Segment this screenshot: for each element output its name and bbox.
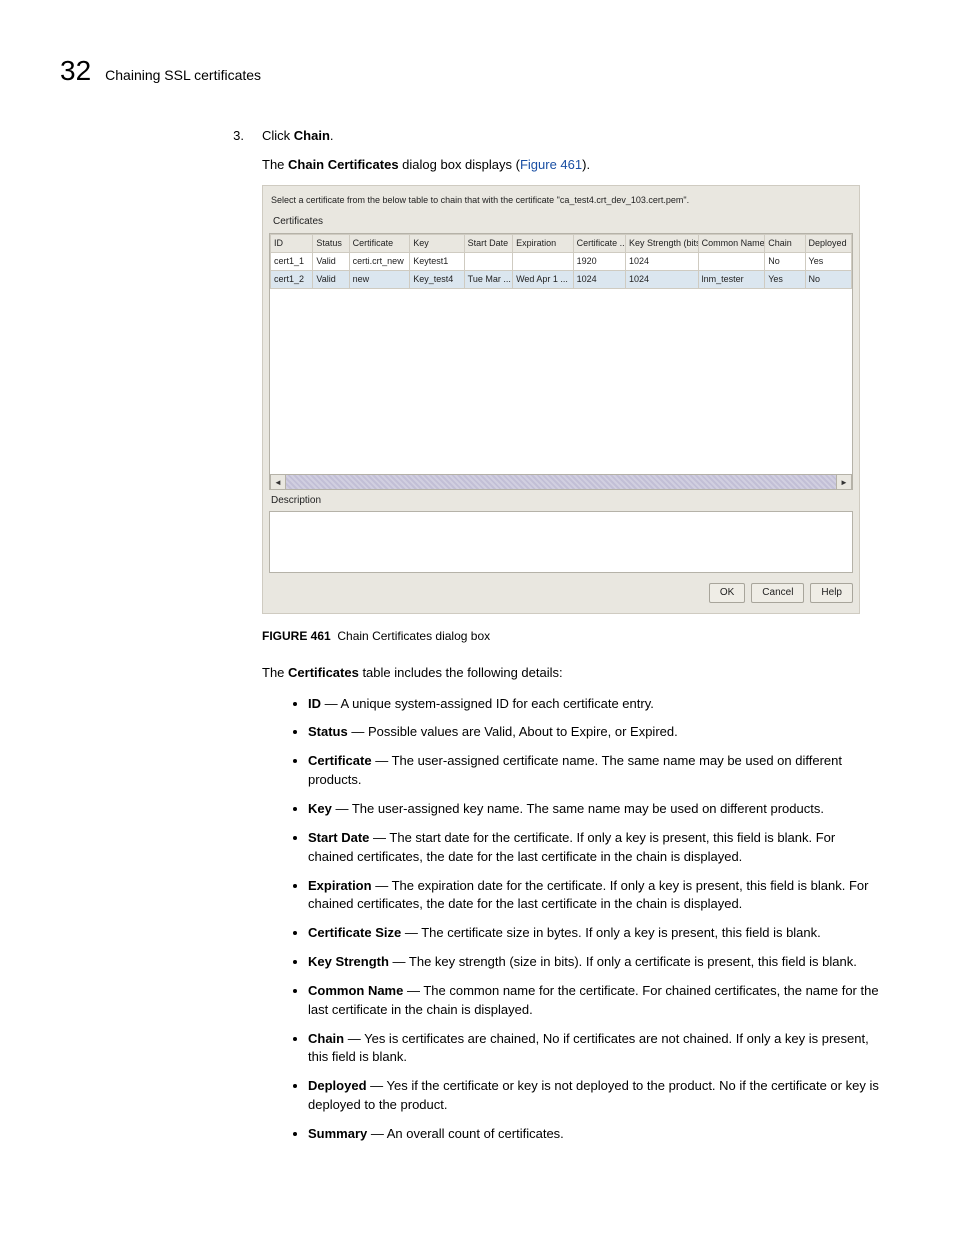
chapter-number: 32 bbox=[60, 55, 91, 87]
step-line-1: Click Chain. bbox=[262, 127, 884, 146]
arrow-left-icon: ◄ bbox=[274, 477, 282, 489]
description-label: Description bbox=[269, 490, 853, 511]
list-item: Summary — An overall count of certificat… bbox=[308, 1125, 884, 1144]
chain-certificates-dialog: Select a certificate from the below tabl… bbox=[262, 185, 860, 615]
scroll-right-button[interactable]: ► bbox=[836, 475, 852, 489]
figure-title: Chain Certificates dialog box bbox=[337, 629, 490, 643]
description-textarea[interactable] bbox=[269, 511, 853, 573]
running-header: 32 Chaining SSL certificates bbox=[60, 55, 894, 87]
help-button[interactable]: Help bbox=[810, 583, 853, 604]
table-empty-area bbox=[270, 289, 852, 474]
certificates-table[interactable]: ID Status Certificate Key Start Date Exp… bbox=[270, 234, 852, 289]
col-common-name[interactable]: Common Name bbox=[698, 235, 765, 253]
col-chain[interactable]: Chain bbox=[765, 235, 805, 253]
list-item: Status — Possible values are Valid, Abou… bbox=[308, 723, 884, 742]
scroll-left-button[interactable]: ◄ bbox=[270, 475, 286, 489]
certificates-grid: ID Status Certificate Key Start Date Exp… bbox=[269, 233, 853, 475]
figure-caption: FIGURE 461 Chain Certificates dialog box bbox=[262, 628, 884, 645]
figure-label: FIGURE 461 bbox=[262, 629, 331, 643]
table-row[interactable]: cert1_1 Valid certi.crt_new Keytest1 192… bbox=[271, 253, 852, 271]
list-item: Deployed — Yes if the certificate or key… bbox=[308, 1077, 884, 1115]
col-cert-size[interactable]: Certificate ... bbox=[573, 235, 625, 253]
ok-button[interactable]: OK bbox=[709, 583, 745, 604]
list-item: ID — A unique system-assigned ID for eac… bbox=[308, 695, 884, 714]
list-item: Key — The user-assigned key name. The sa… bbox=[308, 800, 884, 819]
col-start-date[interactable]: Start Date bbox=[464, 235, 512, 253]
list-item: Chain — Yes is certificates are chained,… bbox=[308, 1030, 884, 1068]
figure-ref-link[interactable]: Figure 461 bbox=[520, 157, 582, 172]
step-number: 3. bbox=[230, 127, 244, 1154]
section-title: Chaining SSL certificates bbox=[105, 67, 261, 83]
col-status[interactable]: Status bbox=[313, 235, 349, 253]
step-body: Click Chain. The Chain Certificates dial… bbox=[262, 127, 884, 1154]
dialog-button-row: OK Cancel Help bbox=[269, 583, 853, 604]
page: 32 Chaining SSL certificates 3. Click Ch… bbox=[0, 0, 954, 1235]
list-item: Common Name — The common name for the ce… bbox=[308, 982, 884, 1020]
content-column: 3. Click Chain. The Chain Certificates d… bbox=[230, 127, 884, 1154]
list-item: Key Strength — The key strength (size in… bbox=[308, 953, 884, 972]
list-item: Start Date — The start date for the cert… bbox=[308, 829, 884, 867]
step-line-2: The Chain Certificates dialog box displa… bbox=[262, 156, 884, 175]
dialog-instruction: Select a certificate from the below tabl… bbox=[269, 192, 853, 213]
col-expiration[interactable]: Expiration bbox=[513, 235, 574, 253]
arrow-right-icon: ► bbox=[840, 477, 848, 489]
list-item: Certificate Size — The certificate size … bbox=[308, 924, 884, 943]
step-list: 3. Click Chain. The Chain Certificates d… bbox=[230, 127, 884, 1154]
horizontal-scrollbar[interactable]: ◄ ► bbox=[269, 475, 853, 490]
list-item: Certificate — The user-assigned certific… bbox=[308, 752, 884, 790]
col-deployed[interactable]: Deployed bbox=[805, 235, 851, 253]
list-item: Expiration — The expiration date for the… bbox=[308, 877, 884, 915]
col-key-strength[interactable]: Key Strength (bits) bbox=[626, 235, 699, 253]
table-row[interactable]: cert1_2 Valid new Key_test4 Tue Mar ... … bbox=[271, 271, 852, 289]
table-header-row: ID Status Certificate Key Start Date Exp… bbox=[271, 235, 852, 253]
cancel-button[interactable]: Cancel bbox=[751, 583, 804, 604]
details-intro: The Certificates table includes the foll… bbox=[262, 664, 884, 683]
col-certificate[interactable]: Certificate bbox=[349, 235, 410, 253]
certificates-panel-title: Certificates bbox=[269, 213, 853, 234]
col-key[interactable]: Key bbox=[410, 235, 464, 253]
step-3: 3. Click Chain. The Chain Certificates d… bbox=[230, 127, 884, 1154]
table-details-section: The Certificates table includes the foll… bbox=[262, 664, 884, 1144]
col-id[interactable]: ID bbox=[271, 235, 313, 253]
details-list: ID — A unique system-assigned ID for eac… bbox=[262, 695, 884, 1144]
